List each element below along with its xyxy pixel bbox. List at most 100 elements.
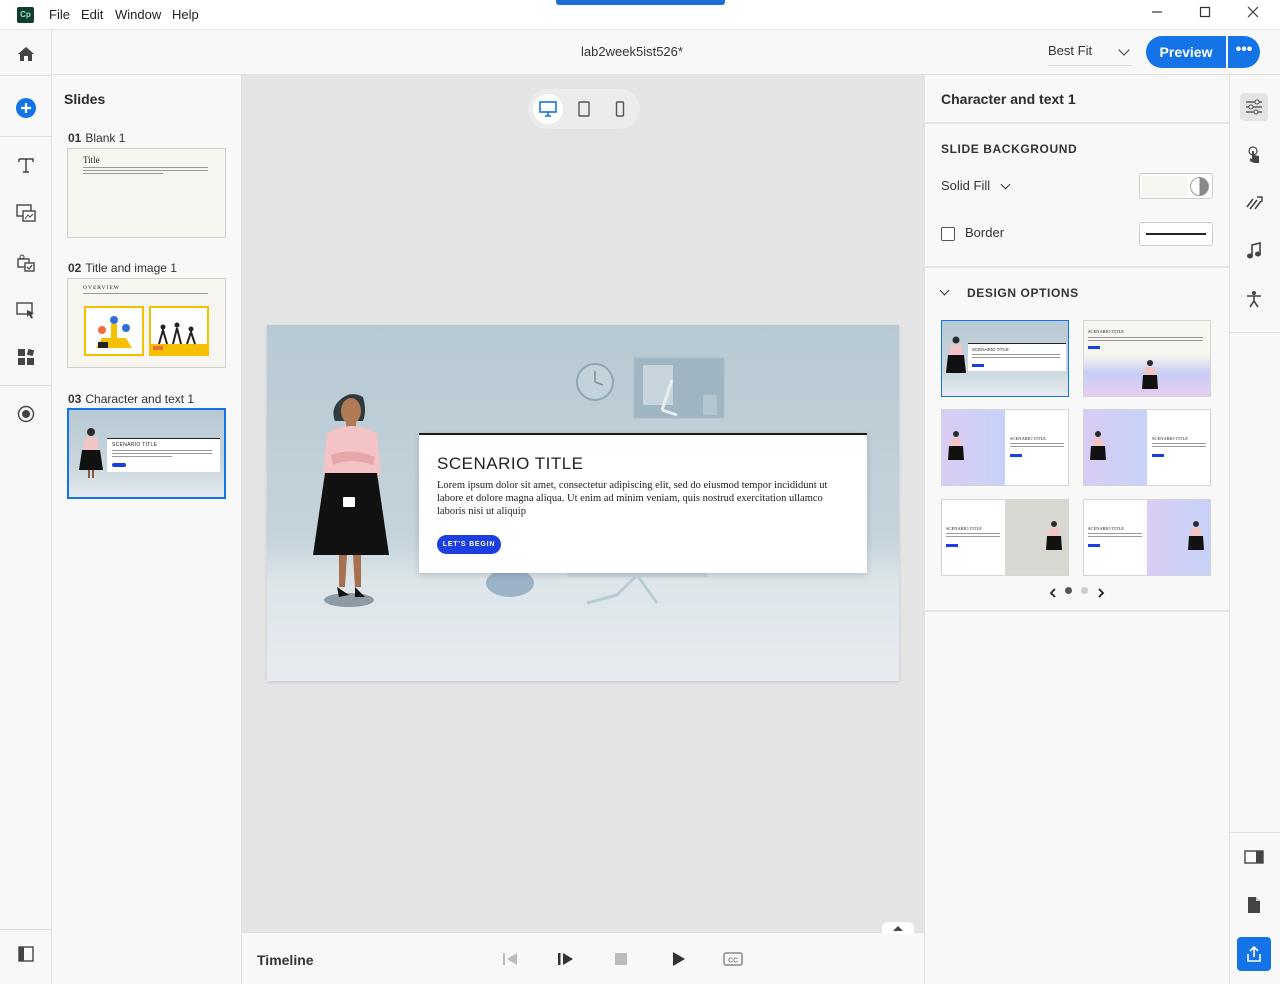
design-options-heading[interactable]: DESIGN OPTIONS xyxy=(967,286,1079,300)
design-option-5[interactable]: SCENARIO TITLE xyxy=(941,499,1069,576)
scenario-text-card[interactable]: SCENARIO TITLE Lorem ipsum dolor sit ame… xyxy=(419,433,867,573)
chevron-up-icon xyxy=(893,926,903,931)
menu-window[interactable]: Window xyxy=(115,7,161,22)
close-button[interactable] xyxy=(1233,5,1273,25)
slide-name: Title and image 1 xyxy=(85,261,177,275)
mobile-view-button[interactable] xyxy=(605,94,635,124)
audio-tab[interactable] xyxy=(1240,237,1268,265)
accessibility-icon xyxy=(1247,291,1261,308)
border-label: Border xyxy=(965,225,1005,240)
slide-number: 02 xyxy=(68,261,82,275)
scenario-title[interactable]: SCENARIO TITLE xyxy=(437,454,584,474)
design-prev-button[interactable] xyxy=(1049,586,1057,601)
media-tool-button[interactable] xyxy=(14,201,38,225)
slide-name: Blank 1 xyxy=(85,131,126,145)
maximize-icon xyxy=(1199,6,1211,18)
panel-toggle-button[interactable] xyxy=(14,942,38,966)
close-icon xyxy=(1247,6,1259,18)
slide-properties-tab[interactable] xyxy=(1240,843,1268,871)
scenario-body-text[interactable]: Lorem ipsum dolor sit amet, consectetur … xyxy=(437,479,851,518)
window-drag-handle[interactable] xyxy=(556,0,725,5)
slides-panel: Slides 01 Blank 1 Title 02 Title and image… xyxy=(52,75,242,984)
slide-name: Character and text 1 xyxy=(85,392,195,406)
widget-tool-button[interactable] xyxy=(14,298,38,322)
zoom-select[interactable]: Best Fit xyxy=(1048,42,1132,66)
more-options-button[interactable]: ••• xyxy=(1228,36,1260,68)
chevron-down-icon[interactable] xyxy=(939,285,950,296)
thumb-title: Title xyxy=(83,155,100,165)
animations-tab[interactable] xyxy=(1240,189,1268,217)
stop-button[interactable] xyxy=(610,949,632,969)
record-button[interactable] xyxy=(14,402,38,426)
design-option-1[interactable]: SCENARIO TITLE xyxy=(941,320,1069,397)
slide-thumbnail-2[interactable]: OVERVIEW xyxy=(67,278,226,368)
menu-bar: Cp File Edit Window Help xyxy=(0,0,1280,30)
text-tool-button[interactable] xyxy=(14,153,38,177)
publish-button[interactable] xyxy=(1237,937,1271,971)
border-checkbox[interactable] xyxy=(941,227,955,241)
share-icon xyxy=(1247,945,1261,962)
music-note-icon xyxy=(1247,242,1261,259)
opacity-icon[interactable] xyxy=(1190,177,1209,196)
left-toolbar xyxy=(0,30,52,984)
design-option-2[interactable]: SCENARIO TITLE xyxy=(1083,320,1211,397)
add-circle-icon xyxy=(16,98,36,118)
fill-type-select[interactable]: Solid Fill xyxy=(941,178,990,193)
design-option-4[interactable]: SCENARIO TITLE xyxy=(1083,409,1211,486)
design-thumb-title: SCENARIO TITLE xyxy=(1088,329,1125,334)
slide-background-heading: SLIDE BACKGROUND xyxy=(941,142,1078,156)
fill-color-swatch[interactable] xyxy=(1139,173,1213,199)
slide-preview[interactable]: SCENARIO TITLE Lorem ipsum dolor sit ame… xyxy=(267,325,899,681)
design-next-button[interactable] xyxy=(1097,586,1105,601)
slide-thumbnail-3[interactable]: SCENARIO TITLE xyxy=(67,408,226,499)
play-button[interactable] xyxy=(667,949,689,969)
design-thumb-title: SCENARIO TITLE xyxy=(1152,436,1189,441)
slide-label-2: 02 Title and image 1 xyxy=(68,261,177,275)
slide-canvas-area: SCENARIO TITLE Lorem ipsum dolor sit ame… xyxy=(242,75,924,932)
design-option-6[interactable]: SCENARIO TITLE xyxy=(1083,499,1211,576)
right-toolbar xyxy=(1229,75,1280,984)
properties-tab[interactable] xyxy=(1240,93,1268,121)
pager-dot-1[interactable] xyxy=(1065,587,1072,594)
slide-number: 03 xyxy=(68,392,82,406)
border-style-swatch[interactable] xyxy=(1139,222,1213,246)
timeline-label[interactable]: Timeline xyxy=(257,952,314,968)
sliders-icon xyxy=(1246,99,1262,115)
maximize-button[interactable] xyxy=(1185,5,1225,25)
design-option-3[interactable]: SCENARIO TITLE xyxy=(941,409,1069,486)
media-icon xyxy=(16,204,36,222)
panel-toggle-icon xyxy=(18,946,34,962)
previous-slide-button[interactable] xyxy=(499,949,521,969)
chevron-down-icon[interactable] xyxy=(1000,179,1011,190)
thumb-card: SCENARIO TITLE xyxy=(107,438,220,472)
fill-color-preview xyxy=(1142,176,1188,196)
assets-button[interactable] xyxy=(14,345,38,369)
desktop-view-button[interactable] xyxy=(533,94,563,124)
preview-button[interactable]: Preview xyxy=(1146,36,1226,68)
home-button[interactable] xyxy=(14,42,38,66)
properties-panel: Character and text 1 SLIDE BACKGROUND So… xyxy=(924,75,1229,984)
thumb-image xyxy=(149,306,209,356)
slide-layout-icon xyxy=(1244,850,1264,864)
document-tab[interactable] xyxy=(1240,891,1268,919)
interaction-icon xyxy=(17,254,35,272)
menu-file[interactable]: File xyxy=(49,7,70,22)
accessibility-tab[interactable] xyxy=(1240,285,1268,313)
menu-edit[interactable]: Edit xyxy=(81,7,103,22)
slide-number: 01 xyxy=(68,131,82,145)
timeline-expand-button[interactable] xyxy=(882,922,914,934)
minimize-button[interactable] xyxy=(1137,5,1177,25)
interactions-tab[interactable] xyxy=(1240,141,1268,169)
next-slide-button[interactable] xyxy=(554,949,576,969)
add-slide-button[interactable] xyxy=(14,96,38,120)
mobile-icon xyxy=(615,101,625,117)
closed-captions-button[interactable]: CC xyxy=(722,949,744,969)
lets-begin-button[interactable]: LET'S BEGIN xyxy=(437,535,501,554)
interaction-tool-button[interactable] xyxy=(14,251,38,275)
tablet-view-button[interactable] xyxy=(569,94,599,124)
menu-help[interactable]: Help xyxy=(172,7,199,22)
zoom-select-value: Best Fit xyxy=(1048,43,1093,58)
document-icon xyxy=(1248,897,1260,913)
pager-dot-2[interactable] xyxy=(1081,587,1088,594)
slide-thumbnail-1[interactable]: Title xyxy=(67,148,226,238)
